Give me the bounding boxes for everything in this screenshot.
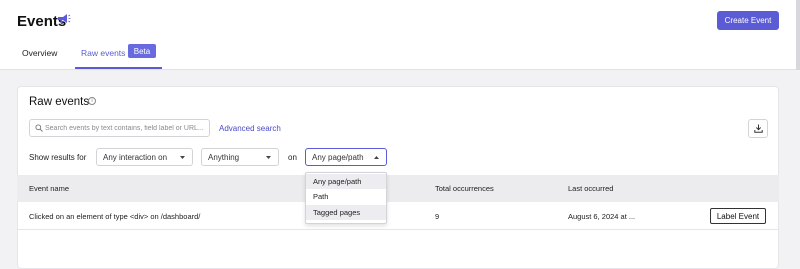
scrollbar[interactable] (796, 0, 800, 70)
top-header (0, 0, 796, 70)
tab-overview[interactable]: Overview (22, 48, 57, 58)
table-row-last-occurred: August 6, 2024 at ... (568, 212, 636, 221)
table-row-event-name[interactable]: Clicked on an element of type <div> on /… (29, 212, 200, 221)
search-icon (35, 124, 43, 132)
download-icon (753, 124, 763, 133)
label-event-button[interactable]: Label Event (710, 208, 766, 224)
target-select-value: Anything (208, 152, 240, 162)
table-header (17, 175, 779, 202)
megaphone-icon[interactable] (57, 13, 71, 25)
show-results-label: Show results for (29, 153, 87, 162)
target-select[interactable]: Anything (201, 148, 279, 166)
interaction-select[interactable]: Any interaction on (96, 148, 193, 166)
chevron-down-icon (266, 156, 271, 159)
option-any-page[interactable]: Any page/path (306, 174, 386, 189)
column-event-name[interactable]: Event name (29, 184, 69, 193)
download-button[interactable] (748, 119, 768, 138)
column-last-occurred[interactable]: Last occurred (568, 184, 613, 193)
column-total-occurrences[interactable]: Total occurrences (435, 184, 494, 193)
active-tab-indicator (75, 67, 162, 69)
interaction-select-value: Any interaction on (103, 152, 168, 162)
advanced-search-link[interactable]: Advanced search (219, 124, 281, 133)
panel-title: Raw events (29, 96, 90, 108)
page-select-value: Any page/path (312, 152, 364, 162)
tab-raw-events[interactable]: Raw events (81, 48, 125, 58)
beta-badge: Beta (128, 44, 156, 58)
info-icon[interactable]: i (88, 97, 96, 105)
option-tagged-pages[interactable]: Tagged pages (306, 205, 386, 220)
chevron-down-icon (180, 156, 185, 159)
create-event-button[interactable]: Create Event (717, 11, 779, 30)
page-select[interactable]: Any page/path (305, 148, 387, 166)
chevron-up-icon (374, 156, 379, 159)
on-label: on (288, 153, 297, 162)
search-input[interactable] (45, 121, 207, 135)
option-path[interactable]: Path (306, 189, 386, 204)
row-divider (17, 229, 779, 230)
table-row-total: 9 (435, 212, 440, 221)
